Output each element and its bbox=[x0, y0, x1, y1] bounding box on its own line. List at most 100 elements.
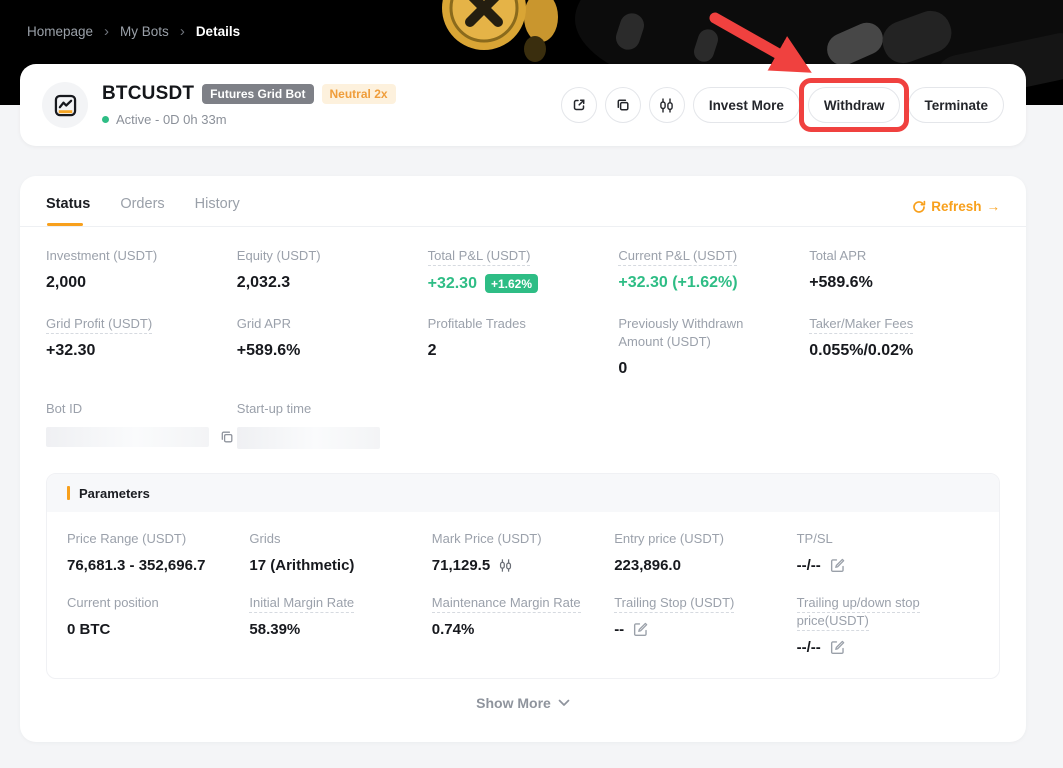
bot-type-badge: Futures Grid Bot bbox=[202, 84, 313, 104]
bot-leverage-badge: Neutral 2x bbox=[322, 84, 396, 104]
param-row: Price Range (USDT) 76,681.3 - 352,696.7 … bbox=[67, 530, 979, 574]
stat-value: 2,032.3 bbox=[237, 274, 428, 292]
bot-pair-title: BTCUSDT bbox=[102, 83, 194, 105]
pnl-percent-badge: +1.62% bbox=[485, 274, 538, 293]
param-mark-price: Mark Price (USDT) 71,129.5 bbox=[432, 530, 614, 574]
tab-history[interactable]: History bbox=[195, 196, 240, 226]
param-value: 0.74% bbox=[432, 621, 614, 638]
stat-row: Bot ID Start-up time bbox=[46, 400, 1000, 449]
param-value: 71,129.5 bbox=[432, 557, 490, 574]
param-value: --/-- bbox=[797, 639, 821, 656]
copy-icon[interactable] bbox=[219, 429, 235, 445]
stat-row: Grid Profit (USDT) +32.30 Grid APR +589.… bbox=[46, 315, 1000, 378]
stat-bot-id: Bot ID bbox=[46, 400, 237, 449]
edit-icon[interactable] bbox=[829, 557, 846, 574]
stat-profitable-trades: Profitable Trades 2 bbox=[428, 315, 619, 378]
param-trailing-updown: Trailing up/down stop price(USDT) --/-- bbox=[797, 594, 979, 656]
stat-label: Start-up time bbox=[237, 401, 311, 416]
candlestick-icon bbox=[658, 97, 675, 114]
param-label: TP/SL bbox=[797, 531, 833, 546]
stat-label-tooltip[interactable]: Taker/Maker Fees bbox=[809, 316, 913, 334]
stat-value: +32.30 (+1.62%) bbox=[618, 274, 809, 292]
param-label: Price Range (USDT) bbox=[67, 531, 186, 546]
refresh-icon bbox=[912, 200, 926, 214]
show-more-button[interactable]: Show More bbox=[20, 695, 1026, 711]
stat-label-tooltip[interactable]: Grid Profit (USDT) bbox=[46, 316, 152, 334]
stat-label: Previously Withdrawn Amount (USDT) bbox=[618, 316, 743, 349]
stat-label: Bot ID bbox=[46, 401, 82, 416]
stat-value: 2,000 bbox=[46, 274, 237, 292]
stat-label: Equity (USDT) bbox=[237, 248, 321, 263]
terminate-button[interactable]: Terminate bbox=[908, 87, 1004, 123]
stat-grid-profit: Grid Profit (USDT) +32.30 bbox=[46, 315, 237, 378]
breadcrumb-details: Details bbox=[196, 24, 240, 39]
stat-row: Investment (USDT) 2,000 Equity (USDT) 2,… bbox=[46, 247, 1000, 293]
stat-equity: Equity (USDT) 2,032.3 bbox=[237, 247, 428, 293]
stat-value: 0 bbox=[618, 360, 809, 378]
stat-value: +32.30 bbox=[46, 342, 237, 360]
param-label-tooltip[interactable]: Maintenance Margin Rate bbox=[432, 595, 581, 613]
breadcrumb-homepage[interactable]: Homepage bbox=[27, 24, 93, 39]
bot-status-text: Active - 0D 0h 33m bbox=[116, 112, 227, 127]
stat-value: +32.30 bbox=[428, 275, 477, 293]
stat-grid-apr: Grid APR +589.6% bbox=[237, 315, 428, 378]
param-value: 223,896.0 bbox=[614, 557, 796, 574]
tab-orders[interactable]: Orders bbox=[120, 196, 164, 226]
chevron-right-icon: › bbox=[104, 24, 109, 39]
param-label: Entry price (USDT) bbox=[614, 531, 724, 546]
tab-status[interactable]: Status bbox=[46, 196, 90, 226]
stat-total-pnl: Total P&L (USDT) +32.30 +1.62% bbox=[428, 247, 619, 293]
stat-value: 0.055%/0.02% bbox=[809, 342, 1000, 360]
parameters-title: Parameters bbox=[79, 486, 150, 501]
invest-more-button[interactable]: Invest More bbox=[693, 87, 800, 123]
parameters-header: Parameters bbox=[47, 474, 999, 512]
breadcrumb-my-bots[interactable]: My Bots bbox=[120, 24, 169, 39]
stat-withdrawn-amount: Previously Withdrawn Amount (USDT) 0 bbox=[618, 315, 809, 378]
param-maintenance-margin: Maintenance Margin Rate 0.74% bbox=[432, 594, 614, 656]
compare-kline-button[interactable] bbox=[649, 87, 685, 123]
stat-label: Total APR bbox=[809, 248, 866, 263]
show-more-label: Show More bbox=[476, 695, 551, 711]
grid-bot-chart-icon bbox=[52, 92, 79, 119]
edit-icon[interactable] bbox=[829, 639, 846, 656]
chevron-right-icon: › bbox=[180, 24, 185, 39]
stat-label-tooltip[interactable]: Total P&L (USDT) bbox=[428, 248, 531, 266]
param-initial-margin: Initial Margin Rate 58.39% bbox=[249, 594, 431, 656]
edit-icon[interactable] bbox=[632, 621, 649, 638]
active-status-dot bbox=[102, 116, 109, 123]
stat-label: Profitable Trades bbox=[428, 316, 526, 331]
stat-value: 2 bbox=[428, 342, 619, 360]
gold-coin-icon bbox=[438, 0, 530, 58]
candlestick-icon[interactable] bbox=[498, 558, 513, 573]
param-value: 17 (Arithmetic) bbox=[249, 557, 431, 574]
active-tab-indicator bbox=[47, 223, 83, 226]
param-label: Grids bbox=[249, 531, 280, 546]
param-current-position: Current position 0 BTC bbox=[67, 594, 249, 656]
chevron-down-icon bbox=[558, 699, 570, 707]
stat-value: +589.6% bbox=[809, 274, 1000, 292]
parameters-panel: Parameters Price Range (USDT) 76,681.3 -… bbox=[46, 473, 1000, 679]
stat-total-apr: Total APR +589.6% bbox=[809, 247, 1000, 293]
copy-bot-button[interactable] bbox=[605, 87, 641, 123]
accent-bar bbox=[67, 486, 70, 500]
param-value: -- bbox=[614, 621, 624, 638]
stat-label-tooltip[interactable]: Current P&L (USDT) bbox=[618, 248, 737, 266]
param-label-tooltip[interactable]: Initial Margin Rate bbox=[249, 595, 354, 613]
share-button[interactable] bbox=[561, 87, 597, 123]
arrow-right-icon: → bbox=[987, 199, 1001, 214]
bot-details-card: Status Orders History Refresh → Investme… bbox=[20, 176, 1026, 742]
stat-investment: Investment (USDT) 2,000 bbox=[46, 247, 237, 293]
param-value: 0 BTC bbox=[67, 621, 249, 638]
withdraw-button[interactable]: Withdraw bbox=[808, 87, 901, 123]
external-link-icon bbox=[571, 97, 587, 113]
param-value: --/-- bbox=[797, 557, 821, 574]
startup-time-redacted-value bbox=[237, 427, 380, 449]
breadcrumb: Homepage › My Bots › Details bbox=[27, 24, 240, 39]
tab-bar: Status Orders History Refresh → bbox=[20, 176, 1026, 227]
param-label-tooltip[interactable]: Trailing Stop (USDT) bbox=[614, 595, 734, 613]
stat-label: Grid APR bbox=[237, 316, 291, 331]
param-label-tooltip[interactable]: Trailing up/down stop price(USDT) bbox=[797, 595, 920, 631]
refresh-button[interactable]: Refresh → bbox=[912, 199, 1000, 226]
bot-id-redacted-value bbox=[46, 427, 209, 447]
refresh-label: Refresh bbox=[931, 199, 981, 214]
